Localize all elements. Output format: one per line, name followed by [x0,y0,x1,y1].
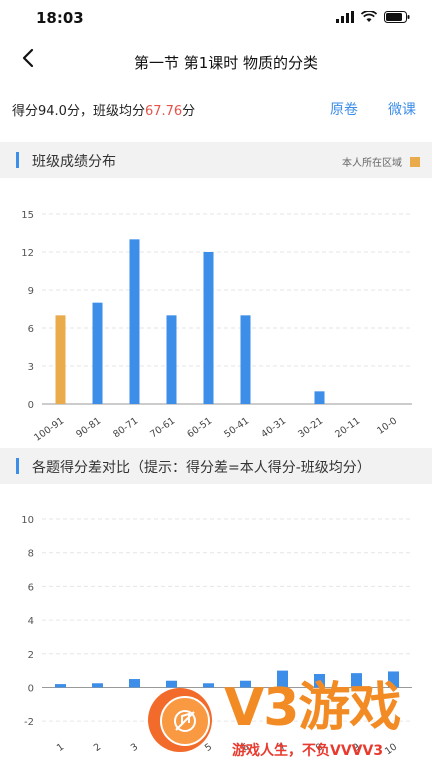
section-title: 班级成绩分布 [32,154,116,170]
distribution-section-header: 班级成绩分布 本人所在区域 [0,142,432,178]
x-tick-label: 70-61 [148,415,177,440]
signal-icon [336,11,354,23]
x-tick-label: 20-11 [333,415,362,440]
y-tick-label: 2 [28,650,34,661]
bar [129,239,140,404]
x-tick-label: 10-0 [375,415,399,436]
class-average: 67.76 [144,104,183,119]
chart-legend: 本人所在区域 [342,154,420,169]
legend-label: 本人所在区域 [342,158,402,169]
bar [92,683,103,688]
score-row: 得分94.0分，班级均分67.76分 原卷 微课 [0,94,432,124]
section-accent-bar [16,152,19,168]
x-tick-label: 40-31 [259,415,288,440]
section-accent-bar [16,458,19,474]
distribution-chart: 0 3 6 9 12 15 100-91 90-81 80-71 70-61 60-51 50-41 4… [0,190,432,446]
back-button[interactable] [14,44,42,72]
score-summary: 得分94.0分，班级均分67.76分 [12,100,195,119]
watermark-slogan: 游戏人生，不负VVVV3 [232,743,384,759]
y-tick-label: 15 [21,210,34,221]
bar [55,684,66,688]
y-tick-label: 9 [28,286,34,297]
x-tick-label: 60-51 [185,415,214,440]
watermark-logo: V3游戏 [224,678,401,738]
micro-lesson-link[interactable]: 微课 [388,99,416,119]
y-tick-label: 4 [28,616,34,627]
x-tick-label: 2 [92,741,103,753]
y-tick-label: -2 [24,717,34,728]
y-tick-label: 0 [28,400,34,411]
status-icons [336,11,410,23]
bar [166,315,177,404]
status-bar: 18:03 [0,0,432,38]
y-tick-label: 10 [21,515,34,526]
bar [314,391,325,404]
y-tick-label: 6 [28,324,34,335]
x-tick-label: 90-81 [74,415,103,440]
section-title: 各题得分差对比（提示：得分差=本人得分-班级均分） [32,460,371,476]
chevron-left-icon [22,48,34,68]
watermark: V3游戏 游戏人生，不负VVVV3 [148,676,432,768]
status-time: 18:03 [36,9,84,27]
x-tick-label: 3 [129,741,140,753]
page-title: 第一节 第1课时 物质的分类 [133,54,319,72]
distribution-chart-svg: 0 3 6 9 12 15 100-91 90-81 80-71 70-61 60-51 50-41 4… [21,210,412,444]
x-tick-label: 1 [55,741,66,753]
battery-icon [384,11,410,23]
score-prefix: 得分94.0分，班级均分 [12,104,145,119]
y-tick-label: 6 [28,582,34,593]
bar [129,679,140,688]
difference-section-header: 各题得分差对比（提示：得分差=本人得分-班级均分） [0,448,432,484]
music-disc-icon [160,696,210,746]
y-tick-label: 12 [21,248,34,259]
x-tick-label: 30-21 [296,415,325,440]
x-tick-label: 100-91 [32,415,66,443]
original-paper-link[interactable]: 原卷 [330,99,358,119]
x-tick-label: 80-71 [111,415,140,440]
y-tick-label: 8 [28,549,34,560]
bar [92,302,103,404]
score-suffix: 分 [182,104,196,119]
nav-bar: 第一节 第1课时 物质的分类 [0,38,432,86]
y-tick-label: 0 [28,683,34,694]
bar [55,315,66,404]
bar [240,315,251,404]
wifi-icon [361,11,377,22]
bar [203,252,214,404]
x-tick-label: 50-41 [222,415,251,440]
legend-swatch [410,156,420,167]
y-tick-label: 3 [28,362,34,373]
